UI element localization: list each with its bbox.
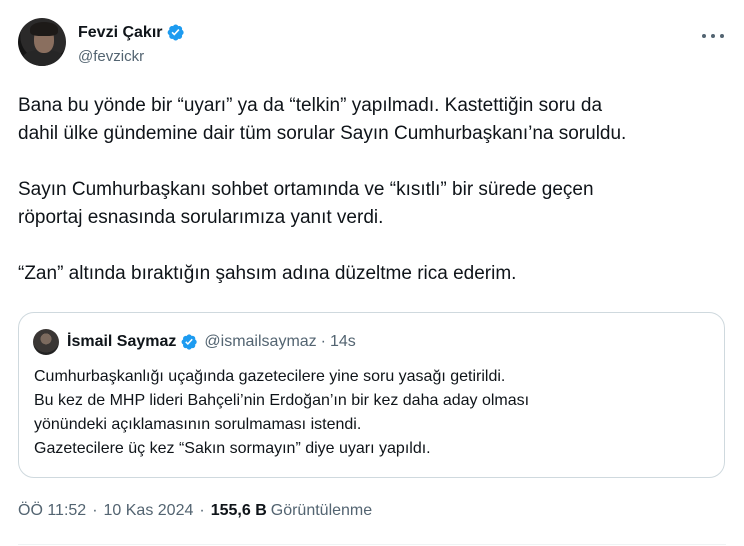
quoted-author-avatar [33, 329, 59, 355]
quoted-tweet-line: Bu kez de MHP lideri Bahçeli’nin Erdoğan… [34, 392, 530, 409]
separator-dot: · [199, 502, 205, 519]
quoted-author-display-name: İsmail Saymaz [67, 333, 177, 350]
quoted-author-handle: @ismailsaymaz [204, 333, 317, 350]
tweet-paragraph: “Zan” altında bıraktığın şahsım adına dü… [18, 263, 517, 284]
quoted-tweet-line: yönündeki açıklamasının sorulmaması iste… [34, 416, 362, 433]
divider [18, 544, 726, 545]
quoted-tweet-text: Cumhurbaşkanlığı uçağında gazetecilere y… [34, 365, 714, 461]
separator-dot: · [320, 333, 326, 350]
author-handle[interactable]: @fevzickr [78, 48, 144, 65]
tweet-meta: ÖÖ 11:52 · 10 Kas 2024 · 155,6 B Görüntüle… [18, 502, 372, 520]
tweet-paragraph: Sayın Cumhurbaşkanı sohbet ortamında ve … [18, 179, 594, 228]
tweet-paragraph: Bana bu yönde bir “uyarı” ya da “telkin”… [18, 95, 627, 144]
quoted-tweet-time: 14s [330, 333, 356, 350]
quoted-tweet-line: Gazetecilere üç kez “Sakın sormayın” diy… [34, 440, 431, 457]
verified-badge-icon [168, 24, 185, 41]
tweet-date: 10 Kas 2024 [103, 502, 194, 519]
author-name-line: Fevzi Çakır [78, 23, 185, 42]
more-options-icon[interactable] [702, 26, 724, 46]
quoted-tweet-header: İsmail Saymaz @ismailsaymaz · 14s [33, 329, 356, 355]
tweet-header: Fevzi Çakır @fevzickr [18, 18, 726, 70]
verified-badge-icon [181, 334, 198, 350]
quoted-tweet-card[interactable]: İsmail Saymaz @ismailsaymaz · 14s Cumhur… [18, 312, 725, 478]
separator-dot: · [92, 502, 98, 519]
author-display-name[interactable]: Fevzi Çakır [78, 24, 162, 42]
views-label: Görüntülenme [270, 502, 373, 519]
tweet-time: ÖÖ 11:52 [18, 502, 87, 519]
quoted-tweet-line: Cumhurbaşkanlığı uçağında gazetecilere y… [34, 368, 506, 385]
author-avatar[interactable] [18, 18, 66, 66]
tweet-text: Bana bu yönde bir “uyarı” ya da “telkin”… [18, 92, 726, 288]
views-count: 155,6 B [210, 502, 267, 519]
tweet-timestamp[interactable]: ÖÖ 11:52 · 10 Kas 2024 [18, 502, 193, 520]
